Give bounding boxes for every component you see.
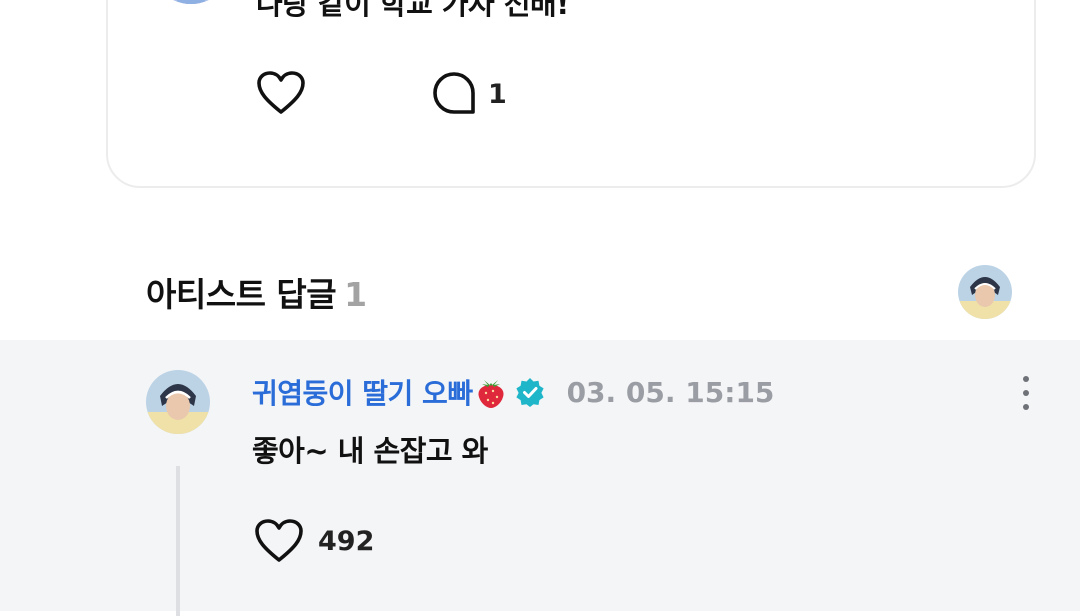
reply-timestamp: 03. 05. 15:15 [566,375,775,409]
comment-count: 1 [488,78,507,110]
post-comment-button[interactable]: 1 [432,72,507,116]
artist-avatar-small[interactable] [958,265,1012,319]
comment-bubble-icon [433,72,475,114]
fan-post-card[interactable]: 나랑 같이 학교 가자 선배! 1 [106,0,1036,188]
strawberry-icon [475,375,507,409]
artist-replies-heading: 아티스트 답글 1 [146,268,367,316]
fan-avatar[interactable] [150,0,232,4]
artist-reply[interactable]: 귀염둥이 딸기 오빠 03. 05. 15:15 좋아~ 내 손잡고 와 492 [0,340,1080,616]
reply-like-count: 492 [318,525,375,557]
more-vertical-icon[interactable] [1016,376,1036,410]
post-like-button[interactable] [256,70,306,116]
heart-outline-icon [255,519,303,562]
artist-replies-title: 아티스트 답글 [146,275,337,314]
post-text: 나랑 같이 학교 가자 선배! [256,0,569,21]
heart-outline-icon [257,71,305,114]
reply-author-name[interactable]: 귀염둥이 딸기 오빠 [252,372,473,412]
reply-author-avatar[interactable] [146,370,210,434]
reply-text: 좋아~ 내 손잡고 와 [252,434,488,468]
reply-header: 귀염둥이 딸기 오빠 03. 05. 15:15 [252,372,774,412]
verified-check-icon [515,377,545,407]
artist-replies-count: 1 [344,275,367,314]
reply-like-button[interactable]: 492 [254,518,374,564]
thread-line [176,466,180,616]
